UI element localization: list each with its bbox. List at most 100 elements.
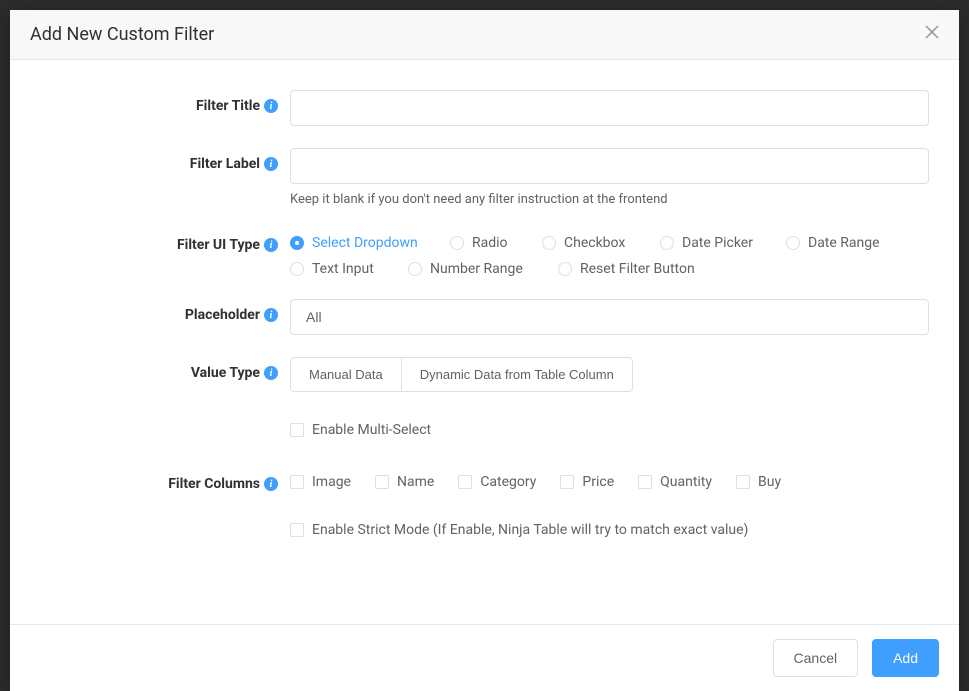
radio-label: Checkbox xyxy=(564,235,625,251)
checkbox-label: Enable Strict Mode (If Enable, Ninja Tab… xyxy=(312,522,748,538)
placeholder-input[interactable] xyxy=(290,299,929,335)
label-empty xyxy=(40,422,290,430)
checkbox-label: Quantity xyxy=(660,474,712,490)
control-value-type: Manual Data Dynamic Data from Table Colu… xyxy=(290,357,929,392)
control-filter-title xyxy=(290,90,929,126)
checkbox-column-quantity[interactable]: Quantity xyxy=(638,474,712,490)
checkbox-label: Price xyxy=(582,474,614,490)
checkbox-icon xyxy=(290,423,304,437)
label-text: Filter Label xyxy=(190,156,260,172)
label-filter-label: Filter Label i xyxy=(40,148,290,172)
info-icon[interactable]: i xyxy=(264,238,278,252)
info-icon[interactable]: i xyxy=(264,366,278,380)
add-button[interactable]: Add xyxy=(872,639,939,677)
checkbox-icon xyxy=(736,475,750,489)
row-filter-title: Filter Title i xyxy=(40,90,929,126)
checkbox-label: Name xyxy=(397,474,434,490)
radio-icon xyxy=(558,262,572,276)
row-value-type: Value Type i Manual Data Dynamic Data fr… xyxy=(40,357,929,392)
checkbox-column-image[interactable]: Image xyxy=(290,474,351,490)
control-strict-mode: Enable Strict Mode (If Enable, Ninja Tab… xyxy=(290,522,929,538)
value-type-manual[interactable]: Manual Data xyxy=(290,357,402,392)
value-type-dynamic[interactable]: Dynamic Data from Table Column xyxy=(401,357,633,392)
checkbox-column-price[interactable]: Price xyxy=(560,474,614,490)
modal-header: Add New Custom Filter xyxy=(10,10,959,60)
checkbox-label: Image xyxy=(312,474,351,490)
checkbox-column-buy[interactable]: Buy xyxy=(736,474,781,490)
radio-icon xyxy=(660,236,674,250)
radio-icon xyxy=(542,236,556,250)
checkbox-icon xyxy=(290,523,304,537)
checkbox-label: Buy xyxy=(758,474,781,490)
radio-date-picker[interactable]: Date Picker xyxy=(660,235,786,251)
control-placeholder xyxy=(290,299,929,335)
row-filter-label: Filter Label i Keep it blank if you don'… xyxy=(40,148,929,207)
checkbox-icon xyxy=(560,475,574,489)
value-type-button-group: Manual Data Dynamic Data from Table Colu… xyxy=(290,357,633,392)
row-ui-type: Filter UI Type i Select Dropdown Radio C… xyxy=(40,229,929,277)
radio-label: Date Range xyxy=(808,235,880,251)
radio-date-range[interactable]: Date Range xyxy=(786,235,916,251)
label-ui-type: Filter UI Type i xyxy=(40,229,290,253)
label-text: Filter Columns xyxy=(168,476,260,492)
label-filter-title: Filter Title i xyxy=(40,90,290,114)
label-text: Filter UI Type xyxy=(177,237,260,253)
info-icon[interactable]: i xyxy=(264,99,278,113)
radio-radio[interactable]: Radio xyxy=(450,235,542,251)
radio-label: Select Dropdown xyxy=(312,235,418,251)
label-text: Filter Title xyxy=(196,98,260,114)
control-multi-select: Enable Multi-Select xyxy=(290,422,929,438)
checkbox-column-name[interactable]: Name xyxy=(375,474,434,490)
info-icon[interactable]: i xyxy=(264,308,278,322)
row-placeholder: Placeholder i xyxy=(40,299,929,335)
radio-icon xyxy=(290,262,304,276)
checkbox-label: Category xyxy=(480,474,536,490)
radio-label: Text Input xyxy=(312,261,374,277)
radio-reset-filter-button[interactable]: Reset Filter Button xyxy=(558,261,695,277)
label-filter-columns: Filter Columns i xyxy=(40,468,290,492)
checkbox-icon xyxy=(458,475,472,489)
checkbox-icon xyxy=(375,475,389,489)
info-icon[interactable]: i xyxy=(264,157,278,171)
filter-label-helper: Keep it blank if you don't need any filt… xyxy=(290,192,929,207)
control-filter-columns: Image Name Category Price Quantity Buy xyxy=(290,468,929,490)
filter-columns-list: Image Name Category Price Quantity Buy xyxy=(290,468,929,490)
radio-label: Radio xyxy=(472,235,508,251)
control-ui-type: Select Dropdown Radio Checkbox Date Pick… xyxy=(290,229,929,277)
close-button[interactable] xyxy=(925,25,939,44)
modal-footer: Cancel Add xyxy=(10,624,959,691)
radio-checkbox[interactable]: Checkbox xyxy=(542,235,660,251)
radio-icon xyxy=(290,236,304,250)
checkbox-strict-mode[interactable]: Enable Strict Mode (If Enable, Ninja Tab… xyxy=(290,522,929,538)
label-text: Value Type xyxy=(191,365,260,381)
radio-icon xyxy=(786,236,800,250)
radio-icon xyxy=(450,236,464,250)
label-empty xyxy=(40,522,290,530)
add-custom-filter-modal: Add New Custom Filter Filter Title i Fil… xyxy=(10,10,959,691)
filter-title-input[interactable] xyxy=(290,90,929,126)
modal-title: Add New Custom Filter xyxy=(30,24,214,45)
info-icon[interactable]: i xyxy=(264,477,278,491)
filter-label-input[interactable] xyxy=(290,148,929,184)
control-filter-label: Keep it blank if you don't need any filt… xyxy=(290,148,929,207)
checkbox-label: Enable Multi-Select xyxy=(312,422,431,438)
radio-label: Number Range xyxy=(430,261,523,277)
checkbox-column-category[interactable]: Category xyxy=(458,474,536,490)
label-value-type: Value Type i xyxy=(40,357,290,381)
radio-label: Reset Filter Button xyxy=(580,261,695,277)
radio-icon xyxy=(408,262,422,276)
radio-select-dropdown[interactable]: Select Dropdown xyxy=(290,235,450,251)
row-filter-columns: Filter Columns i Image Name Category Pri… xyxy=(40,468,929,492)
row-multi-select: Enable Multi-Select xyxy=(40,422,929,438)
row-strict-mode: Enable Strict Mode (If Enable, Ninja Tab… xyxy=(40,522,929,538)
modal-body: Filter Title i Filter Label i Keep it bl… xyxy=(10,60,959,624)
radio-text-input[interactable]: Text Input xyxy=(290,261,408,277)
label-placeholder: Placeholder i xyxy=(40,299,290,323)
label-text: Placeholder xyxy=(185,307,260,323)
cancel-button[interactable]: Cancel xyxy=(773,639,859,677)
checkbox-multi-select[interactable]: Enable Multi-Select xyxy=(290,422,929,438)
radio-number-range[interactable]: Number Range xyxy=(408,261,558,277)
checkbox-icon xyxy=(638,475,652,489)
ui-type-radio-group: Select Dropdown Radio Checkbox Date Pick… xyxy=(290,229,929,277)
checkbox-icon xyxy=(290,475,304,489)
